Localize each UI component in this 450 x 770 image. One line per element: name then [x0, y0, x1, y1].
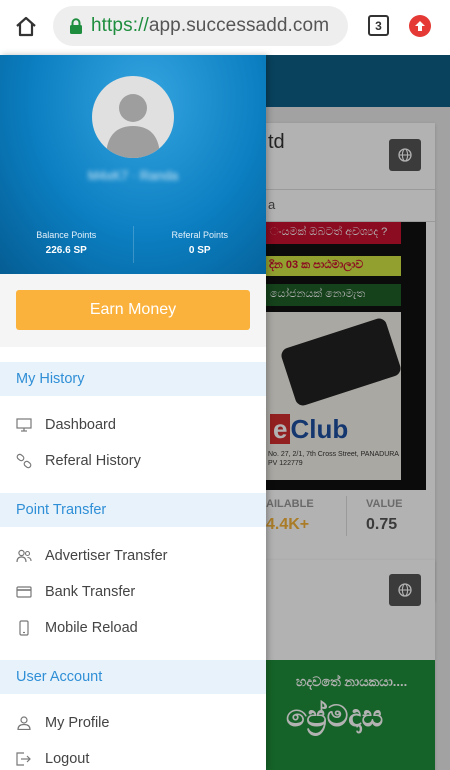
menu-item-my-profile[interactable]: My Profile: [0, 706, 266, 740]
avatar[interactable]: [92, 76, 174, 158]
balance-points-label: Balance Points: [36, 230, 97, 240]
mobile-icon: [16, 620, 32, 636]
menu-item-label: Logout: [45, 751, 90, 767]
credit-card-icon: [16, 584, 32, 600]
points-summary: Balance Points 226.6 SP Referal Points 0…: [0, 226, 266, 263]
menu-item-advertiser-transfer[interactable]: Advertiser Transfer: [0, 539, 266, 573]
home-icon[interactable]: [12, 13, 40, 41]
menu-item-label: Referal History: [45, 453, 141, 469]
menu-item-logout[interactable]: Logout: [0, 742, 266, 770]
username: M4xK7 · Randa: [87, 168, 179, 183]
update-icon[interactable]: [409, 15, 431, 37]
earn-section: Earn Money: [0, 274, 266, 347]
address-bar[interactable]: https://app.successadd.com: [53, 6, 348, 46]
browser-toolbar: https://app.successadd.com 3: [0, 0, 450, 55]
menu-item-dashboard[interactable]: Dashboard: [0, 408, 266, 442]
referal-points: Referal Points 0 SP: [132, 226, 267, 263]
earn-money-button[interactable]: Earn Money: [16, 290, 250, 330]
menu-item-referal-history[interactable]: Referal History: [0, 444, 266, 478]
section-my-history: My History: [0, 362, 266, 396]
tab-switcher-button[interactable]: 3: [368, 15, 389, 36]
users-icon: [16, 548, 32, 564]
balance-points: Balance Points 226.6 SP: [0, 226, 133, 263]
profile-header: M4xK7 · Randa Balance Points 226.6 SP Re…: [0, 55, 266, 274]
user-silhouette-icon: [106, 94, 160, 158]
logout-icon: [16, 751, 32, 767]
url-text: https://app.successadd.com: [91, 15, 330, 36]
referal-points-value: 0 SP: [188, 245, 211, 256]
menu-item-label: Mobile Reload: [45, 620, 138, 636]
menu-item-label: Advertiser Transfer: [45, 548, 168, 564]
section-user-account: User Account: [0, 660, 266, 694]
user-icon: [16, 715, 32, 731]
link-icon: [16, 453, 32, 469]
section-point-transfer: Point Transfer: [0, 493, 266, 527]
navigation-drawer: M4xK7 · Randa Balance Points 226.6 SP Re…: [0, 55, 266, 770]
menu-item-bank-transfer[interactable]: Bank Transfer: [0, 575, 266, 609]
lock-icon: [70, 18, 82, 34]
menu-item-label: Dashboard: [45, 417, 116, 433]
menu-item-label: My Profile: [45, 715, 110, 731]
balance-points-value: 226.6 SP: [45, 245, 87, 256]
menu-item-label: Bank Transfer: [45, 584, 136, 600]
referal-points-label: Referal Points: [171, 230, 229, 240]
menu-item-mobile-reload[interactable]: Mobile Reload: [0, 611, 266, 645]
monitor-icon: [16, 417, 32, 433]
